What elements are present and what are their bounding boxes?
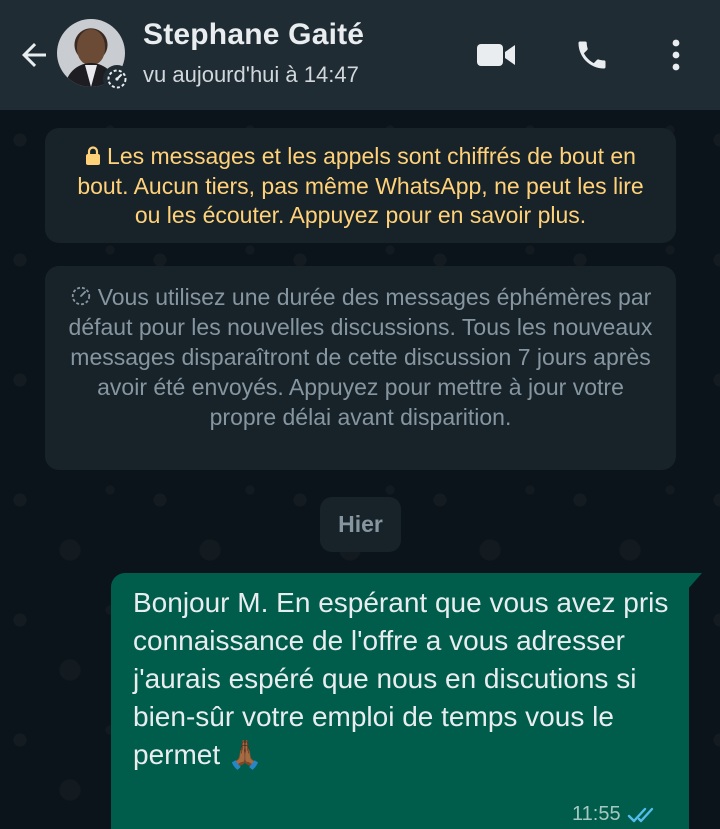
chat-header: Stephane Gaité vu aujourd'hui à 14:47	[0, 0, 720, 110]
encryption-notice-text: Les messages et les appels sont chiffrés…	[77, 143, 644, 228]
voice-call-icon	[578, 41, 606, 69]
contact-avatar[interactable]	[57, 19, 131, 93]
more-options-icon	[672, 39, 680, 71]
message-time: 11:55	[572, 803, 621, 825]
disappearing-timer-icon	[103, 65, 131, 93]
message-meta: 11:55	[572, 803, 661, 826]
video-call-icon	[477, 44, 515, 66]
back-button[interactable]	[12, 33, 56, 77]
last-seen-status[interactable]: vu aujourd'hui à 14:47	[143, 62, 359, 88]
message-text: Bonjour M. En espérant que vous avez pri…	[133, 587, 669, 770]
ephemeral-notice-text: Vous utilisez une durée des messages éph…	[68, 284, 653, 430]
encryption-notice[interactable]: Les messages et les appels sont chiffrés…	[45, 128, 676, 243]
more-options-button[interactable]	[654, 33, 698, 77]
date-separator: Hier	[320, 497, 401, 552]
disappearing-messages-icon	[71, 286, 90, 306]
back-arrow-icon	[22, 43, 46, 67]
lock-icon	[86, 146, 101, 165]
contact-name[interactable]: Stephane Gaité	[143, 18, 364, 52]
video-call-button[interactable]	[474, 33, 518, 77]
ephemeral-notice[interactable]: Vous utilisez une durée des messages éph…	[45, 266, 676, 470]
read-receipt-icon	[627, 807, 653, 822]
voice-call-button[interactable]	[570, 33, 614, 77]
